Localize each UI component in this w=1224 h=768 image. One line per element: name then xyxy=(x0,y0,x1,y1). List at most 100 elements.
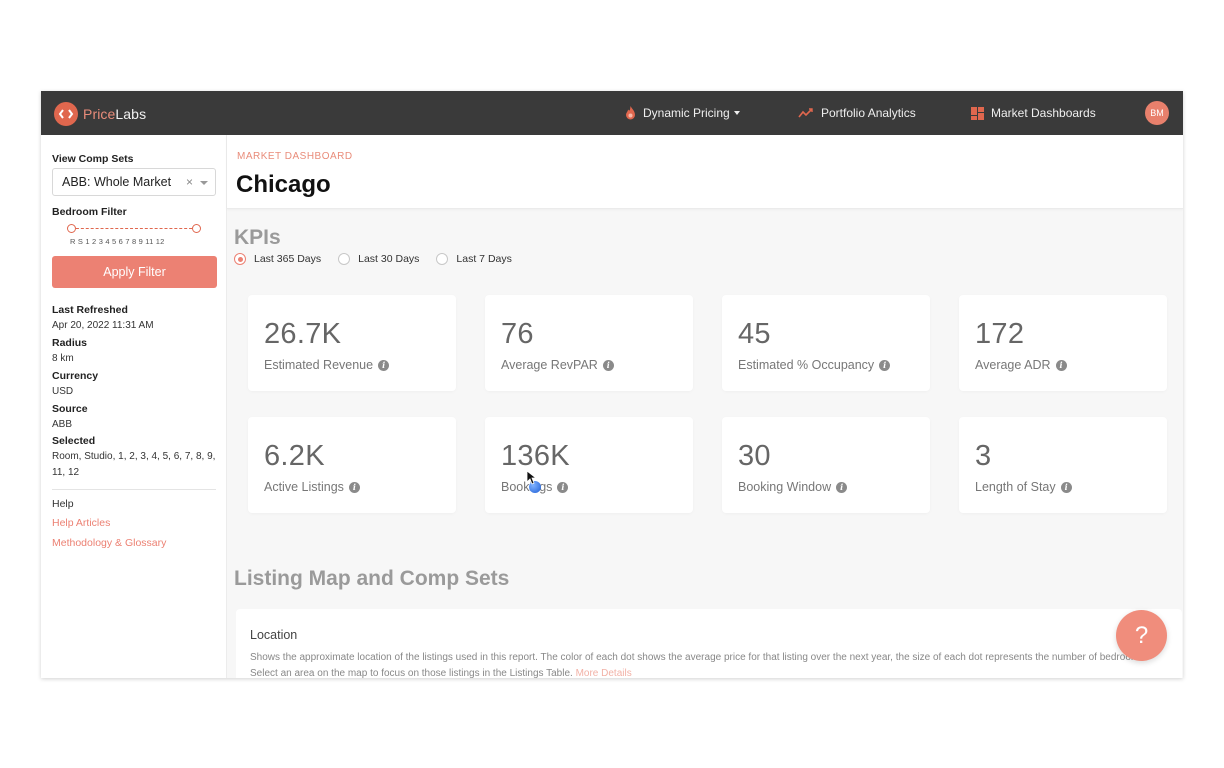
selected-label: Selected xyxy=(52,435,96,447)
mouse-cursor-icon xyxy=(527,471,537,485)
kpi-label: Average ADR xyxy=(975,358,1051,372)
radio-dot xyxy=(234,253,246,265)
kpi-card-estimated-revenue: 26.7K Estimated Revenue i xyxy=(248,295,456,391)
chevron-down-icon[interactable] xyxy=(200,181,208,185)
trend-chart-icon xyxy=(798,107,814,119)
help-fab-button[interactable]: ? xyxy=(1116,610,1167,661)
kpi-label-wrap: Booking Window i xyxy=(738,480,848,494)
kpi-label: Booking Window xyxy=(738,480,832,494)
slider-handle-min[interactable] xyxy=(67,224,76,233)
nav-portfolio-analytics-label: Portfolio Analytics xyxy=(821,106,916,120)
more-details-link[interactable]: More Details xyxy=(576,668,632,678)
location-card: Location Shows the approximate location … xyxy=(236,609,1182,678)
logo-text: PriceLabs xyxy=(83,106,146,122)
listing-map-heading: Listing Map and Comp Sets xyxy=(234,567,510,590)
user-avatar[interactable]: BM xyxy=(1145,101,1169,125)
kpi-card-bookings: 136K Bookings i xyxy=(485,417,693,513)
clear-icon[interactable]: × xyxy=(186,175,193,189)
kpi-label-wrap: Active Listings i xyxy=(264,480,360,494)
view-comp-sets-label: View Comp Sets xyxy=(52,153,134,165)
radio-dot xyxy=(436,253,449,265)
radio-dot xyxy=(338,253,351,265)
kpi-label: Estimated Revenue xyxy=(264,358,374,372)
help-label: Help xyxy=(52,498,74,510)
chevron-down-icon xyxy=(733,111,740,115)
sidebar-divider xyxy=(52,489,216,490)
kpi-label-wrap: Length of Stay i xyxy=(975,480,1072,494)
methodology-glossary-link[interactable]: Methodology & Glossary xyxy=(52,537,166,549)
kpi-value: 3 xyxy=(975,440,992,472)
info-icon[interactable]: i xyxy=(378,359,390,371)
kpi-card-active-listings: 6.2K Active Listings i xyxy=(248,417,456,513)
radio-last-7-days[interactable]: Last 7 Days xyxy=(436,253,512,265)
radio-label: Last 30 Days xyxy=(358,253,420,265)
info-icon[interactable]: i xyxy=(1060,481,1072,493)
kpi-value: 30 xyxy=(738,440,771,472)
dashboard-grid-icon xyxy=(971,106,984,120)
kpi-label: Active Listings xyxy=(264,480,344,494)
kpi-value: 45 xyxy=(738,318,771,350)
apply-filter-button[interactable]: Apply Filter xyxy=(52,256,217,288)
nav-portfolio-analytics[interactable]: Portfolio Analytics xyxy=(798,91,916,135)
kpi-label: Average RevPAR xyxy=(501,358,598,372)
kpi-card-estimated-occupancy: 45 Estimated % Occupancy i xyxy=(722,295,930,391)
kpi-label: Estimated % Occupancy xyxy=(738,358,875,372)
kpi-card-booking-window: 30 Booking Window i xyxy=(722,417,930,513)
currency-label: Currency xyxy=(52,370,99,382)
kpi-label-wrap: Estimated % Occupancy i xyxy=(738,358,891,372)
sidebar: View Comp Sets ABB: Whole Market × Bedro… xyxy=(41,135,227,678)
nav-dynamic-pricing-label: Dynamic Pricing xyxy=(643,106,730,120)
kpi-label-wrap: Average ADR i xyxy=(975,358,1067,372)
currency-value: USD xyxy=(52,386,74,397)
page-title: Chicago xyxy=(236,171,331,198)
location-description-text: Shows the approximate location of the li… xyxy=(250,652,1147,678)
logo-text-labs: Labs xyxy=(115,106,147,122)
radius-value: 8 km xyxy=(52,353,74,364)
slider-handle-max[interactable] xyxy=(192,224,201,233)
top-navbar: PriceLabs Dynamic Pricing Portfolio Anal… xyxy=(41,91,1183,135)
selected-value: Room, Studio, 1, 2, 3, 4, 5, 6, 7, 8, 9,… xyxy=(52,451,216,478)
help-articles-link[interactable]: Help Articles xyxy=(52,517,110,529)
nav-market-dashboards[interactable]: Market Dashboards xyxy=(971,91,1096,135)
bedroom-filter-label: Bedroom Filter xyxy=(52,206,127,218)
kpi-label-wrap: Average RevPAR i xyxy=(501,358,614,372)
pricelabs-logo[interactable]: PriceLabs xyxy=(54,102,146,126)
page-eyebrow: MARKET DASHBOARD xyxy=(237,151,353,162)
radio-label: Last 365 Days xyxy=(254,253,322,265)
location-title: Location xyxy=(250,628,298,642)
radio-last-30-days[interactable]: Last 30 Days xyxy=(338,253,419,265)
kpi-label: Length of Stay xyxy=(975,480,1056,494)
location-description: Shows the approximate location of the li… xyxy=(250,650,1164,678)
radius-label: Radius xyxy=(52,337,88,349)
info-icon[interactable]: i xyxy=(879,359,891,371)
bedroom-range-slider[interactable] xyxy=(67,224,201,234)
info-icon[interactable]: i xyxy=(836,481,848,493)
kpis-heading: KPIs xyxy=(234,226,281,249)
slider-track xyxy=(71,228,197,229)
radio-last-365-days[interactable]: Last 365 Days xyxy=(234,253,321,265)
kpi-card-average-adr: 172 Average ADR i xyxy=(959,295,1167,391)
kpi-value: 172 xyxy=(975,318,1025,350)
kpi-value: 26.7K xyxy=(264,318,342,350)
kpi-card-average-revpar: 76 Average RevPAR i xyxy=(485,295,693,391)
logo-text-price: Price xyxy=(83,106,116,122)
comp-set-select[interactable]: ABB: Whole Market × xyxy=(52,168,216,196)
comp-set-value: ABB: Whole Market xyxy=(62,175,172,189)
kpi-label-wrap: Estimated Revenue i xyxy=(264,358,390,372)
main-content: MARKET DASHBOARD Chicago KPIs Last 365 D… xyxy=(227,135,1183,678)
date-range-radio-group: Last 365 Days Last 30 Days Last 7 Days xyxy=(234,253,529,265)
info-icon[interactable]: i xyxy=(602,359,614,371)
nav-market-dashboards-label: Market Dashboards xyxy=(991,106,1096,120)
nav-dynamic-pricing[interactable]: Dynamic Pricing xyxy=(625,91,740,135)
title-card: MARKET DASHBOARD Chicago xyxy=(227,135,1183,209)
info-icon[interactable]: i xyxy=(348,481,360,493)
radio-label: Last 7 Days xyxy=(456,253,512,265)
info-icon[interactable]: i xyxy=(557,481,569,493)
app-window: PriceLabs Dynamic Pricing Portfolio Anal… xyxy=(41,91,1183,678)
kpi-value: 136K xyxy=(501,440,570,472)
source-label: Source xyxy=(52,403,88,415)
flame-icon xyxy=(625,106,636,120)
last-refreshed-label: Last Refreshed xyxy=(52,304,128,316)
info-icon[interactable]: i xyxy=(1055,359,1067,371)
kpi-card-length-of-stay: 3 Length of Stay i xyxy=(959,417,1167,513)
